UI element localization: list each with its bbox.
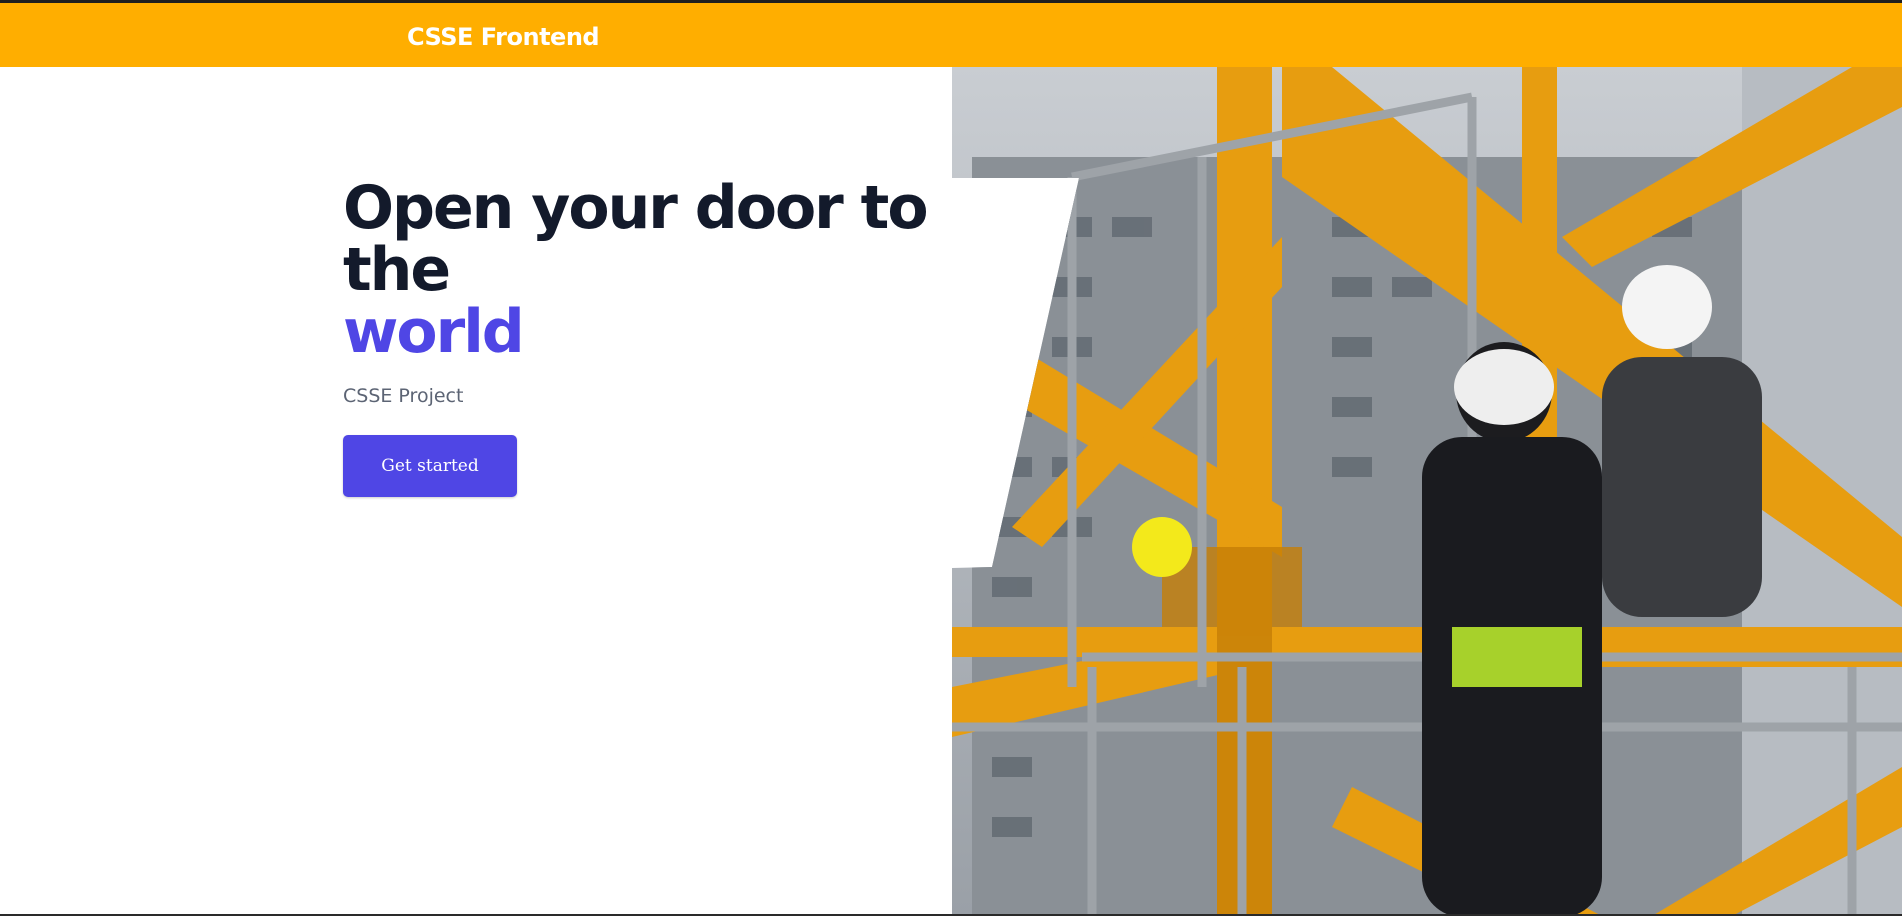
hero-headline: Open your door to the world [343, 177, 943, 363]
headline-accent-text: world [343, 297, 525, 367]
top-navbar: CSSE Frontend [0, 0, 1902, 67]
hero-section: Open your door to the world CSSE Project… [0, 67, 1902, 916]
headline-main-text: Open your door to the [343, 173, 929, 305]
get-started-button[interactable]: Get started [343, 435, 517, 497]
brand-logo-text[interactable]: CSSE Frontend [407, 22, 600, 52]
hero-photo [952, 67, 1902, 916]
hero-text-block: Open your door to the world CSSE Project… [343, 177, 943, 497]
hero-subtitle: CSSE Project [343, 385, 464, 407]
